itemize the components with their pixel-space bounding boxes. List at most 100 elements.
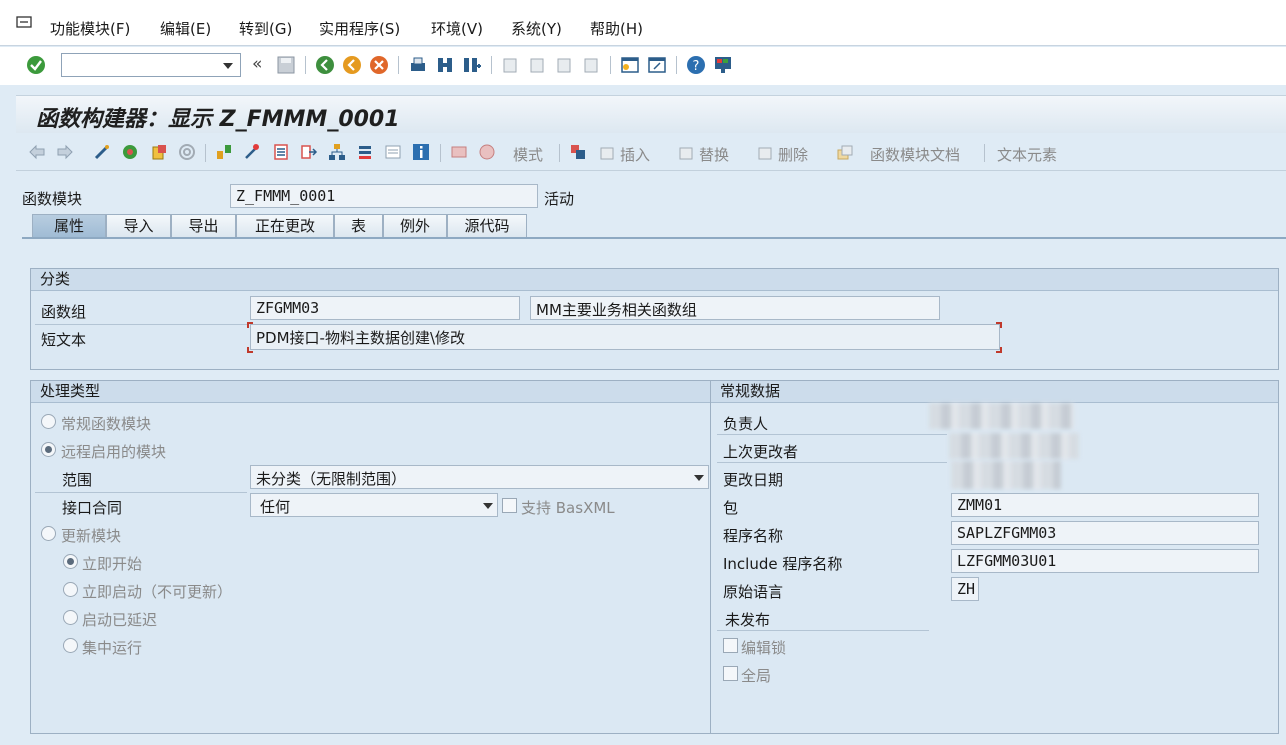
last-page-icon[interactable] <box>581 55 601 75</box>
back-icon[interactable] <box>315 55 335 75</box>
tab-exceptions[interactable]: 例外 <box>383 214 447 238</box>
short-text-field[interactable]: PDM接口-物料主数据创建\修改 <box>250 324 1000 350</box>
collective-run-radio[interactable] <box>63 638 78 653</box>
delete-icon[interactable] <box>756 143 774 161</box>
tab-attributes[interactable]: 属性 <box>32 214 106 238</box>
interface-contract-dropdown[interactable]: 任何 <box>250 493 498 517</box>
replace-icon[interactable] <box>677 143 695 161</box>
mode-button[interactable]: 模式 <box>513 144 543 165</box>
program-name-field[interactable]: SAPLZFGMM03 <box>951 521 1259 545</box>
active-inactive-icon[interactable] <box>121 143 139 161</box>
tab-import[interactable]: 导入 <box>106 214 171 238</box>
function-module-label: 函数模块 <box>22 190 83 208</box>
edit-lock-label: 编辑锁 <box>741 639 787 657</box>
insert-button[interactable]: 插入 <box>620 144 650 165</box>
find-icon[interactable] <box>435 55 455 75</box>
object-list-icon[interactable] <box>272 143 290 161</box>
short-text-bracket <box>247 347 253 353</box>
back-arrow-icon[interactable] <box>28 143 46 161</box>
system-menu-icon[interactable] <box>16 16 34 30</box>
exit-icon[interactable] <box>342 55 362 75</box>
tab-tables[interactable]: 表 <box>334 214 383 238</box>
print-icon[interactable] <box>408 55 428 75</box>
responsible-label: 负责人 <box>723 415 769 433</box>
debug-icon[interactable] <box>478 143 496 161</box>
fm-documentation-button[interactable]: 函数模块文档 <box>870 144 960 165</box>
function-module-field[interactable]: Z_FMMM_0001 <box>230 184 538 208</box>
display-change-icon[interactable] <box>93 143 111 161</box>
tab-strip-line <box>22 237 1286 239</box>
enter-checkmark-icon[interactable] <box>26 55 46 75</box>
info-icon[interactable] <box>412 143 430 161</box>
menu-goto[interactable]: 转到(G) <box>239 18 292 39</box>
tab-changing[interactable]: 正在更改 <box>236 214 334 238</box>
menu-utilities[interactable]: 实用程序(S) <box>319 18 400 39</box>
chevron-down-icon[interactable] <box>223 63 233 69</box>
original-language-field[interactable]: ZH <box>951 577 979 601</box>
navigation-icon[interactable] <box>300 143 318 161</box>
row-divider <box>35 492 247 493</box>
start-delayed-radio[interactable] <box>63 610 78 625</box>
changed-on-redacted <box>951 461 1061 489</box>
menu-help[interactable]: 帮助(H) <box>590 18 643 39</box>
update-module-radio[interactable] <box>41 526 56 541</box>
activate-icon[interactable] <box>178 143 196 161</box>
test-icon[interactable] <box>450 143 468 161</box>
save-icon[interactable] <box>276 55 296 75</box>
last-changed-by-label: 上次更改者 <box>723 443 799 461</box>
basxml-checkbox[interactable] <box>502 498 517 513</box>
include-program-field[interactable]: LZFGMM03U01 <box>951 549 1259 573</box>
global-checkbox[interactable] <box>723 666 738 681</box>
tab-source-code[interactable]: 源代码 <box>447 214 527 238</box>
scope-dropdown[interactable]: 未分类（无限制范围） <box>250 465 709 489</box>
next-page-icon[interactable] <box>554 55 574 75</box>
normal-fm-radio[interactable] <box>41 414 56 429</box>
fm-documentation-icon[interactable] <box>836 143 854 161</box>
display-object-icon[interactable] <box>384 143 402 161</box>
short-text-bracket <box>996 322 1002 328</box>
toolbar-separator <box>559 144 560 162</box>
toolbar-separator <box>440 144 441 162</box>
menu-environment[interactable]: 环境(V) <box>431 18 483 39</box>
text-elements-button[interactable]: 文本元素 <box>997 144 1057 165</box>
insert-icon[interactable] <box>598 143 616 161</box>
create-shortcut-icon[interactable] <box>647 55 667 75</box>
command-field[interactable] <box>61 53 241 77</box>
interface-contract-label: 接口合同 <box>62 499 123 517</box>
help-icon[interactable]: ? <box>686 55 706 75</box>
toolbar-separator <box>676 56 677 74</box>
start-delayed-label: 启动已延迟 <box>82 611 158 629</box>
first-page-icon[interactable] <box>500 55 520 75</box>
menu-system[interactable]: 系统(Y) <box>511 18 562 39</box>
menu-bar: 功能模块(F) 编辑(E) 转到(G) 实用程序(S) 环境(V) 系统(Y) … <box>0 0 1286 46</box>
start-immediately-no-update-radio[interactable] <box>63 582 78 597</box>
find-next-icon[interactable] <box>462 55 482 75</box>
collapse-command-icon[interactable]: « <box>252 54 262 74</box>
check-icon[interactable] <box>150 143 168 161</box>
responsible-redacted <box>929 403 1074 429</box>
magic-wand-icon[interactable] <box>243 143 261 161</box>
package-field[interactable]: ZMM01 <box>951 493 1259 517</box>
hierarchy-icon[interactable] <box>328 143 346 161</box>
pattern-icon[interactable] <box>569 143 587 161</box>
function-group-field[interactable]: ZFGMM03 <box>250 296 520 320</box>
previous-page-icon[interactable] <box>527 55 547 75</box>
cancel-icon[interactable] <box>369 55 389 75</box>
chevron-down-icon[interactable] <box>483 503 493 509</box>
forward-arrow-icon[interactable] <box>56 143 74 161</box>
edit-lock-checkbox[interactable] <box>723 638 738 653</box>
tab-export[interactable]: 导出 <box>171 214 236 238</box>
start-immediately-radio[interactable] <box>63 554 78 569</box>
stack-icon[interactable] <box>356 143 374 161</box>
new-session-icon[interactable] <box>620 55 640 75</box>
customize-layout-icon[interactable] <box>713 55 733 75</box>
replace-button[interactable]: 替换 <box>699 144 729 165</box>
program-name-label: 程序名称 <box>723 527 784 545</box>
menu-edit[interactable]: 编辑(E) <box>160 18 211 39</box>
processing-type-title: 处理类型 <box>31 381 710 403</box>
menu-function-module[interactable]: 功能模块(F) <box>50 18 130 39</box>
remote-enabled-radio[interactable] <box>41 442 56 457</box>
chevron-down-icon[interactable] <box>694 475 704 481</box>
where-used-icon[interactable] <box>215 143 233 161</box>
delete-button[interactable]: 删除 <box>778 144 808 165</box>
